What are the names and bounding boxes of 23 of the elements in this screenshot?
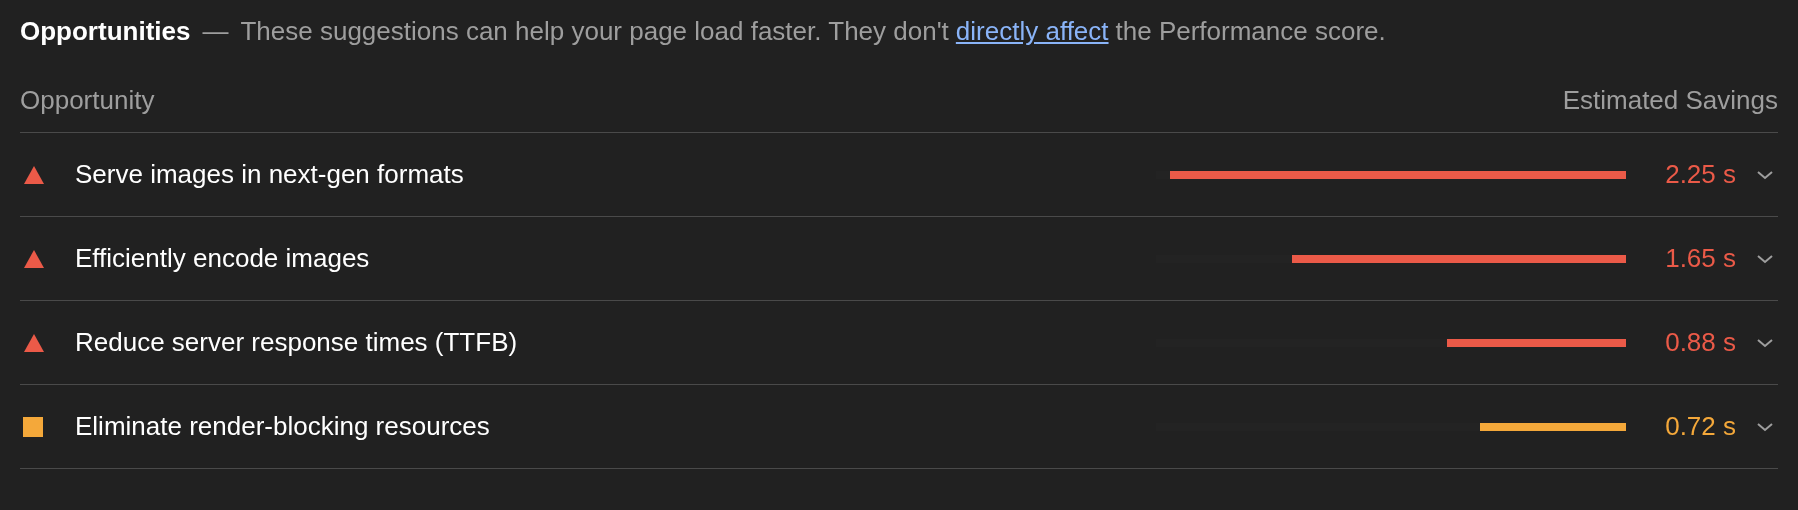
chevron-icon[interactable] [1756, 168, 1774, 181]
chevron-icon[interactable] [1756, 252, 1774, 265]
directly-affect-link[interactable]: directly affect [955, 12, 1109, 51]
opportunity-row[interactable]: Efficiently encode images 1.65 s [20, 217, 1778, 301]
opportunity-row[interactable]: Serve images in next-gen formats 2.25 s [20, 133, 1778, 217]
chevron-icon[interactable] [1756, 336, 1774, 349]
opportunity-row[interactable]: Eliminate render-blocking resources 0.72 s [20, 385, 1778, 469]
section-description: the Performance score. [1115, 15, 1386, 48]
opportunity-title: Efficiently encode images [75, 242, 371, 275]
savings-value: 0.88 s [1664, 326, 1736, 359]
savings-value: 2.25 s [1664, 158, 1736, 191]
section-title: Opportunities [20, 15, 191, 48]
opportunity-title: Reduce server response times (TTFB) [75, 326, 519, 359]
opportunity-title: Serve images in next-gen formats [75, 158, 465, 191]
section-description: These suggestions can help your page load faster. They don't [240, 15, 949, 48]
dash: — [202, 15, 229, 48]
column-header: Opportunity [20, 84, 155, 117]
savings-value: 1.65 s [1664, 242, 1736, 275]
opportunity-title: Eliminate render-blocking resources [75, 410, 491, 443]
chevron-icon[interactable] [1756, 420, 1774, 433]
savings-value: 0.72 s [1664, 410, 1736, 443]
opportunity-row[interactable]: Reduce server response times (TTFB) 0.88 s [20, 301, 1778, 385]
column-header: Estimated Savings [1562, 84, 1778, 117]
